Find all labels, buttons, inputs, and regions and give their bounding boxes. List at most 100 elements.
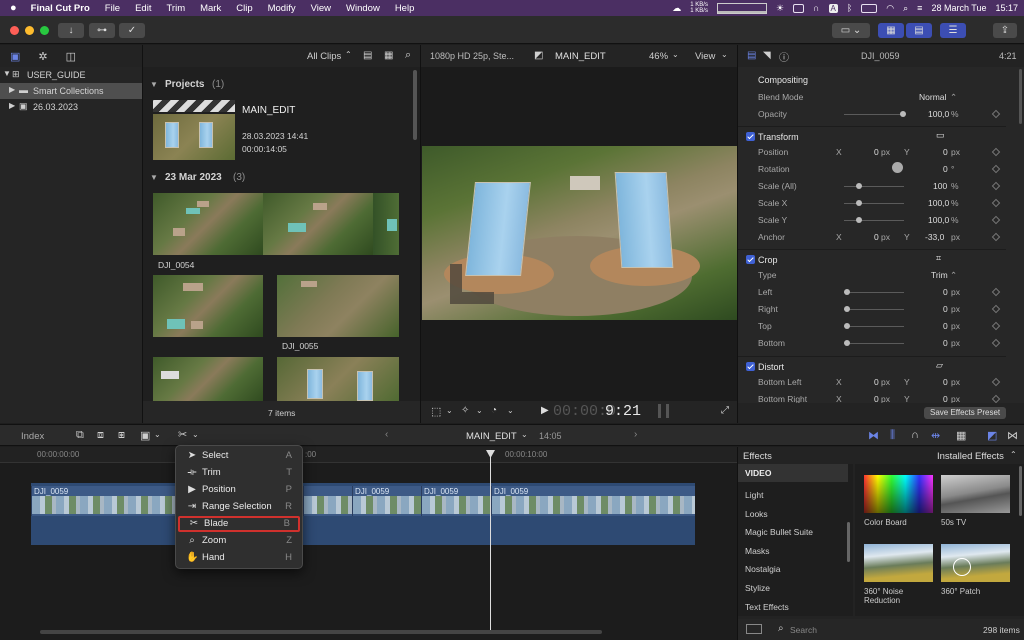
project-thumbnail[interactable]: [153, 100, 235, 160]
distort-tool-icon[interactable]: ▱: [936, 360, 943, 371]
scale-all-slider[interactable]: [844, 183, 904, 189]
inspector-scrollbar[interactable]: [1019, 69, 1022, 124]
disclosure-closed-icon[interactable]: ▶: [9, 85, 15, 94]
menubar-date[interactable]: 28 March Tue: [931, 3, 986, 13]
video-only-skimming-icon[interactable]: ⧓: [868, 429, 879, 442]
menu-file[interactable]: File: [105, 3, 120, 14]
tool-select[interactable]: ➤ Select A: [178, 448, 300, 464]
wifi-icon[interactable]: ◠: [886, 3, 894, 14]
share-button[interactable]: ⇪: [993, 23, 1017, 38]
enhance-wand-icon[interactable]: ✧: [461, 405, 469, 416]
menu-window[interactable]: Window: [346, 3, 380, 14]
timeline[interactable]: 00:00:00:00 :00 00:00:10:00: [0, 447, 737, 640]
tool-zoom[interactable]: ⌕ Zoom Z: [178, 533, 300, 549]
chevron-updown-icon[interactable]: ⌃: [950, 270, 957, 281]
clip-appearance-icon[interactable]: ▦: [956, 429, 966, 442]
effects-category-item[interactable]: Light: [738, 486, 848, 504]
timeline-scrollbar[interactable]: [40, 630, 602, 634]
clip-thumbnail[interactable]: [153, 357, 263, 403]
crop-left-slider[interactable]: [844, 289, 904, 295]
chevron-updown-icon[interactable]: ⌃: [950, 92, 957, 103]
chevron-down-icon[interactable]: ⌄: [507, 406, 514, 415]
audio-skimming-icon[interactable]: ⫼: [890, 429, 895, 442]
timeline-ruler[interactable]: 00:00:00:00 :00 00:00:10:00: [0, 447, 737, 463]
crop-bottom-value[interactable]: 0: [943, 338, 948, 348]
connect-clip-icon[interactable]: ⧉: [76, 429, 84, 442]
show-inspector-button[interactable]: ☰: [940, 23, 966, 38]
opacity-value[interactable]: 100,0: [928, 109, 949, 119]
chevron-down-icon[interactable]: ⌄: [446, 406, 453, 415]
disclosure-open-icon[interactable]: ▼: [150, 80, 158, 89]
keyframe-icon[interactable]: [991, 109, 1001, 119]
chevron-down-icon[interactable]: ⌄: [476, 406, 483, 415]
rotation-value[interactable]: 0: [943, 164, 948, 174]
snapping-icon[interactable]: ⇹: [931, 429, 940, 442]
menu-modify[interactable]: Modify: [268, 3, 296, 14]
play-button[interactable]: ▶: [541, 405, 549, 416]
transform-checkbox[interactable]: [746, 132, 755, 141]
installed-effects-menu[interactable]: Installed Effects: [937, 451, 1004, 462]
effects-category-item[interactable]: Magic Bullet Suite: [738, 523, 848, 541]
timeline-clip[interactable]: DJI_0059: [352, 486, 421, 516]
minimize-window-button[interactable]: [25, 26, 34, 35]
chevron-updown-icon[interactable]: ⌃: [1010, 450, 1017, 459]
libraries-icon[interactable]: ▣: [10, 50, 20, 63]
effects-thumbs-scrollbar[interactable]: [1019, 466, 1022, 516]
import-button[interactable]: ↓: [58, 23, 84, 38]
close-window-button[interactable]: [10, 26, 19, 35]
clip-name[interactable]: DJI_0055: [282, 341, 318, 351]
clip-filmstrip-dji-0054[interactable]: [153, 193, 399, 255]
opacity-slider[interactable]: [844, 111, 906, 117]
timeline-forward-icon[interactable]: ›: [634, 429, 637, 440]
timeline-back-icon[interactable]: ‹: [385, 429, 388, 440]
menu-mark[interactable]: Mark: [200, 3, 221, 14]
apple-icon[interactable]: ●: [10, 2, 17, 14]
effects-category-item[interactable]: Masks: [738, 542, 848, 560]
cpu-graph-icon[interactable]: [716, 2, 767, 14]
onscreen-controls-icon[interactable]: ▭: [936, 130, 945, 141]
crop-top-slider[interactable]: [844, 323, 904, 329]
viewer-zoom[interactable]: 46%: [649, 51, 668, 62]
timeline-clip[interactable]: DJI_0059: [31, 486, 175, 516]
chevron-down-icon[interactable]: ⌄: [721, 50, 728, 59]
effects-browser-icon[interactable]: ◩: [987, 429, 997, 442]
keyframe-icon[interactable]: [991, 232, 1001, 242]
keyframe-icon[interactable]: [991, 394, 1001, 404]
effects-category-item[interactable]: Nostalgia: [738, 560, 848, 578]
crop-tool-icon[interactable]: ⌗: [936, 253, 941, 264]
bottom-left-y-value[interactable]: 0: [943, 377, 948, 387]
workspace-button[interactable]: ▭ ⌄: [832, 23, 870, 38]
clip-appearance-icon[interactable]: ▤: [363, 50, 372, 61]
crop-left-value[interactable]: 0: [943, 287, 948, 297]
crop-right-slider[interactable]: [844, 306, 904, 312]
status-cloud-icon[interactable]: ☁: [672, 3, 681, 14]
keyframe-icon[interactable]: [991, 338, 1001, 348]
keyboard-a-icon[interactable]: A: [828, 3, 838, 13]
keyframe-icon[interactable]: [991, 215, 1001, 225]
all-clips-filter[interactable]: All Clips: [307, 51, 341, 62]
keyframe-icon[interactable]: [991, 321, 1001, 331]
clip-thumbnail[interactable]: [153, 275, 263, 337]
clip-name[interactable]: DJI_0054: [158, 260, 194, 270]
menu-clip[interactable]: Clip: [236, 3, 252, 14]
zoom-window-button[interactable]: [40, 26, 49, 35]
distort-checkbox[interactable]: [746, 362, 755, 371]
menubar-time[interactable]: 15:17: [995, 3, 1018, 13]
view-menu[interactable]: View: [695, 51, 715, 62]
video-frame[interactable]: [422, 146, 737, 320]
browser-scrollbar[interactable]: [413, 70, 417, 140]
overwrite-clip-icon[interactable]: ▣: [140, 429, 150, 442]
chevron-down-icon[interactable]: ⌄: [192, 430, 199, 439]
transitions-browser-icon[interactable]: ⋈: [1007, 429, 1018, 442]
anchor-x-value[interactable]: 0: [874, 232, 879, 242]
photos-audio-icon[interactable]: ✲: [38, 50, 47, 63]
fifties-tv-thumb[interactable]: [941, 475, 1010, 513]
playhead[interactable]: [490, 450, 491, 630]
crop-bottom-slider[interactable]: [844, 340, 904, 346]
rotation-dial-icon[interactable]: [892, 162, 903, 173]
chevron-updown-icon[interactable]: ⌃: [345, 50, 352, 59]
tool-hand[interactable]: ✋ Hand H: [178, 550, 300, 566]
keyframe-icon[interactable]: [991, 147, 1001, 157]
smart-collections-row[interactable]: ▶ ▬ Smart Collections: [0, 83, 142, 99]
background-tasks-button[interactable]: ✓: [119, 23, 145, 38]
